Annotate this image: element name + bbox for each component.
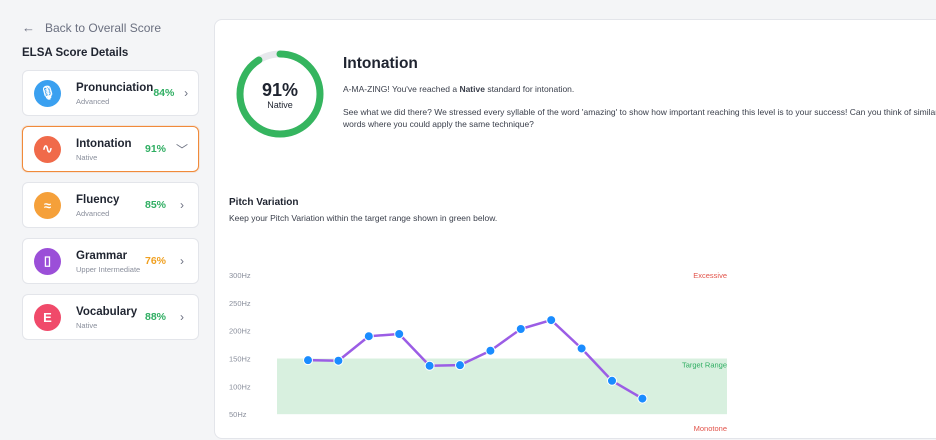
card-score: 88% xyxy=(144,311,166,323)
pitch-point xyxy=(515,323,526,334)
score-card-pronunciation[interactable]: 🎙 Pronunciation Advanced 84% › xyxy=(22,70,199,116)
pitch-point xyxy=(455,360,465,371)
card-score: 91% xyxy=(144,143,166,155)
card-name: Grammar xyxy=(76,249,128,262)
result-paragraph: See what we did there? We stressed every… xyxy=(343,107,936,129)
pitch-point xyxy=(637,393,648,404)
score-card-vocabulary[interactable]: E Vocabulary Native 88% › xyxy=(22,294,199,340)
sidebar: ← Back to Overall Score ELSA Score Detai… xyxy=(0,0,210,350)
pitch-point xyxy=(363,331,374,342)
zone-label-excessive: Excessive xyxy=(693,271,727,280)
chevron-right-icon: › xyxy=(180,310,184,324)
main-panel: 91% Native Intonation A-MA-ZING! You've … xyxy=(214,19,936,440)
pitch-chart: 300Hz250Hz200Hz150Hz100Hz50Hz0HzExcessiv… xyxy=(229,271,727,440)
target-range-band xyxy=(277,358,727,415)
card-name: Fluency xyxy=(76,193,120,206)
zone-label-monotone: Monotone xyxy=(694,424,727,433)
pitch-title: Pitch Variation xyxy=(229,197,299,208)
score-card-intonation[interactable]: ∿ Intonation Native 91% ﹀ xyxy=(22,126,199,172)
sidebar-title: ELSA Score Details xyxy=(22,47,129,59)
card-name: Intonation xyxy=(76,137,132,150)
soundwave-icon: ∿ xyxy=(34,135,61,163)
y-tick-label: 200Hz xyxy=(229,327,251,336)
card-level: Native xyxy=(76,152,98,162)
microphone-icon: 🎙 xyxy=(34,79,61,107)
y-tick-label: 50Hz xyxy=(229,410,247,419)
page-title: Intonation xyxy=(343,55,418,72)
book-icon: ▯ xyxy=(34,247,61,275)
letter-e-icon: E xyxy=(34,303,61,331)
card-level: Advanced xyxy=(76,208,110,218)
chevron-right-icon: › xyxy=(184,86,189,100)
card-level: Native xyxy=(76,320,98,330)
zone-label-target: Target Range xyxy=(682,360,727,369)
card-level: Upper Intermediate xyxy=(76,264,141,274)
card-score: 76% xyxy=(144,255,166,267)
result-line: A-MA-ZING! You've reached a Native stand… xyxy=(343,84,575,94)
y-tick-label: 250Hz xyxy=(229,299,251,308)
score-card-grammar[interactable]: ▯ Grammar Upper Intermediate 76% › xyxy=(22,238,199,284)
pitch-point xyxy=(303,355,313,366)
pitch-point xyxy=(546,315,557,326)
back-label: Back to Overall Score xyxy=(45,20,162,35)
card-score: 84% xyxy=(153,87,175,99)
card-level: Advanced xyxy=(76,96,110,106)
waves-icon: ≈ xyxy=(34,191,61,219)
y-tick-label: 100Hz xyxy=(229,382,251,391)
pitch-point xyxy=(424,360,435,371)
pitch-point xyxy=(607,375,617,386)
pitch-point xyxy=(485,345,496,356)
y-tick-label: 300Hz xyxy=(229,271,251,280)
back-link[interactable]: ← Back to Overall Score xyxy=(22,20,161,35)
result-level: Native xyxy=(459,84,485,94)
score-card-fluency[interactable]: ≈ Fluency Advanced 85% › xyxy=(22,182,199,228)
chevron-right-icon: › xyxy=(180,254,184,268)
chevron-down-icon: ﹀ xyxy=(175,142,188,157)
pitch-point xyxy=(576,343,587,354)
score-value: 91% xyxy=(261,80,299,100)
pitch-point xyxy=(394,329,405,340)
score-level: Native xyxy=(267,100,293,110)
y-tick-label: 150Hz xyxy=(229,355,251,364)
chevron-right-icon: › xyxy=(180,198,184,212)
pitch-point xyxy=(333,355,344,366)
card-score: 85% xyxy=(144,199,166,211)
card-name: Pronunciation xyxy=(76,81,154,94)
back-arrow-icon: ← xyxy=(22,20,35,35)
card-name: Vocabulary xyxy=(76,305,138,318)
